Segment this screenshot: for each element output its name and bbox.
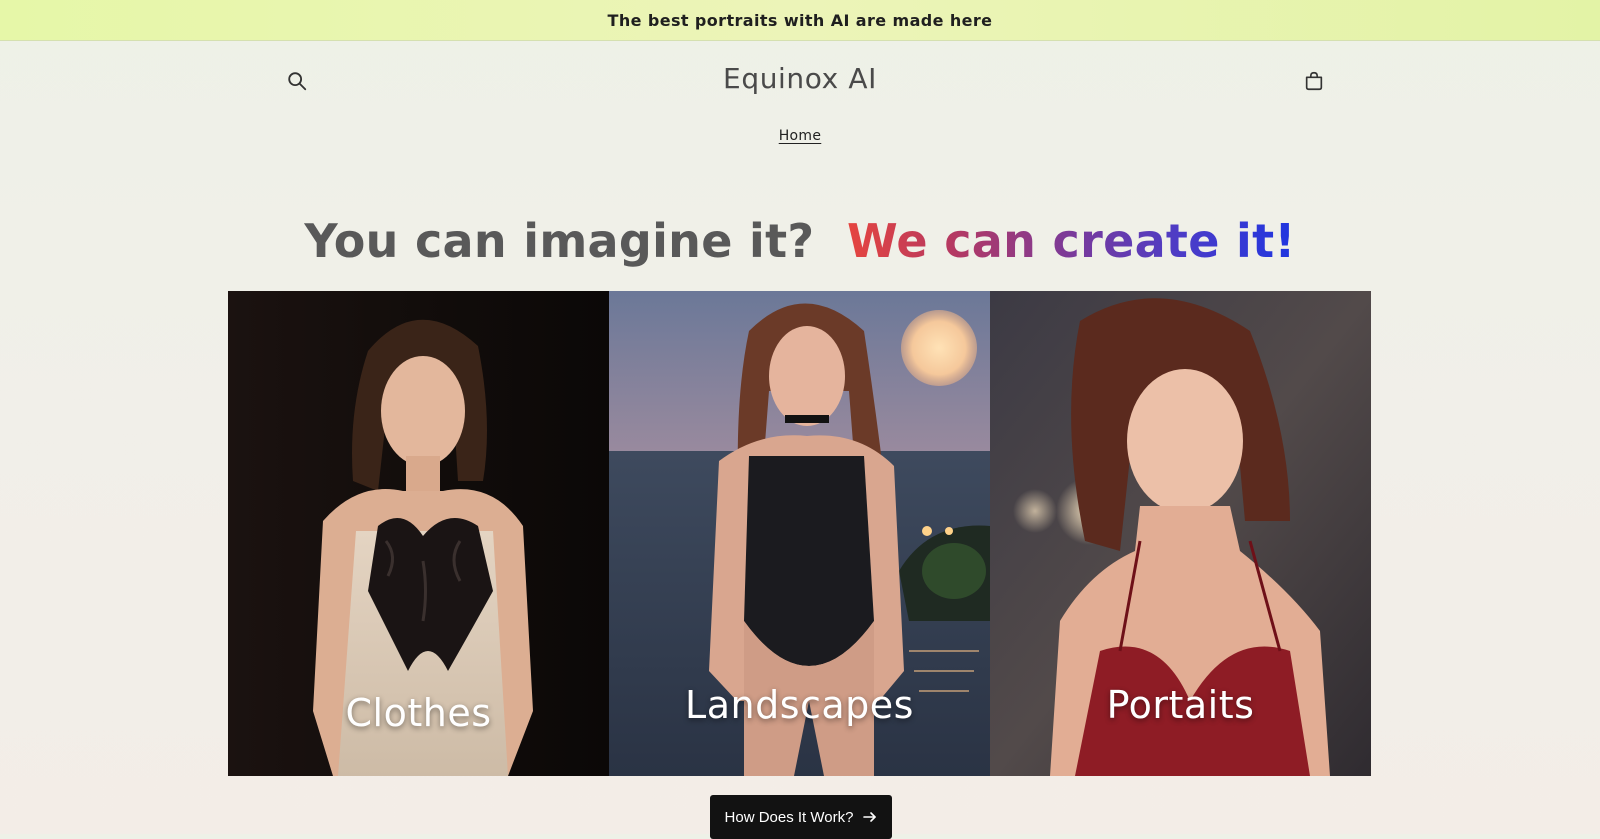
category-gallery: Clothes Landscapes Portaits: [228, 291, 1371, 776]
cta-label: How Does It Work?: [724, 808, 854, 826]
cart-button[interactable]: [1301, 68, 1327, 94]
headline-plain: You can imagine it?: [304, 214, 815, 268]
hero-headline: You can imagine it? We can create it!: [0, 214, 1600, 268]
category-tile-clothes[interactable]: Clothes: [228, 291, 609, 776]
category-tile-landscapes[interactable]: Landscapes: [609, 291, 990, 776]
site-logo[interactable]: Equinox AI: [0, 62, 1600, 95]
tile-label-portraits: Portaits: [1106, 683, 1255, 727]
tile-label-clothes: Clothes: [345, 691, 492, 735]
tile-label-landscapes: Landscapes: [685, 683, 914, 727]
headline-accent: We can create it!: [847, 214, 1296, 268]
cart-icon: [1305, 71, 1323, 91]
main-nav: Home: [0, 125, 1600, 144]
category-tile-portraits[interactable]: Portaits: [990, 291, 1371, 776]
announcement-text: The best portraits with AI are made here: [607, 10, 993, 30]
announcement-bar: The best portraits with AI are made here: [0, 0, 1600, 41]
how-it-works-button[interactable]: How Does It Work?: [710, 795, 892, 839]
arrow-right-icon: [863, 812, 877, 822]
nav-link-home[interactable]: Home: [779, 128, 822, 144]
